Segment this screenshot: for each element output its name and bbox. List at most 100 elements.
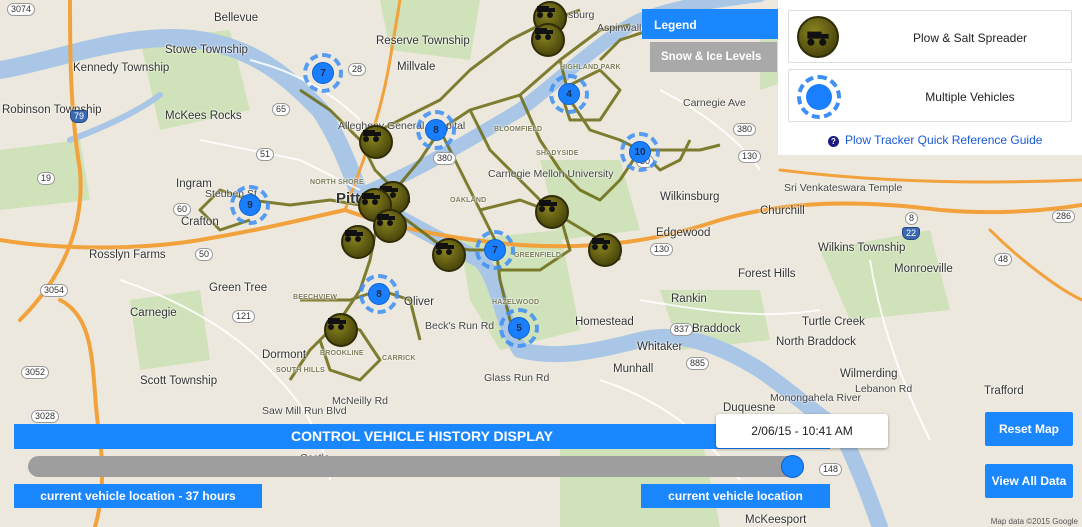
plow-truck-icon[interactable] bbox=[324, 313, 358, 347]
cluster-count: 7 bbox=[484, 239, 506, 261]
route-shield: 3054 bbox=[40, 284, 69, 297]
place-label: Wilkinsburg bbox=[660, 191, 720, 203]
route-shield: 885 bbox=[686, 357, 710, 370]
route-shield: 48 bbox=[994, 253, 1013, 266]
route-shield: 130 bbox=[738, 150, 762, 163]
reset-map-button[interactable]: Reset Map bbox=[985, 412, 1073, 446]
route-shield: 837 bbox=[670, 323, 694, 336]
place-label: Bellevue bbox=[214, 12, 259, 24]
route-shield: 380 bbox=[733, 123, 757, 136]
place-label: Braddock bbox=[692, 323, 741, 335]
legend-panel: Plow & Salt Spreader Multiple Vehicles ?… bbox=[778, 0, 1082, 155]
place-label: Carnegie bbox=[130, 307, 177, 319]
road-label: Beck's Run Rd bbox=[425, 320, 495, 332]
vehicle-history-title-bar: CONTROL VEHICLE HISTORY DISPLAY bbox=[14, 424, 830, 449]
plow-truck-icon bbox=[797, 16, 839, 58]
place-label: Homestead bbox=[575, 316, 634, 328]
route-shield: 28 bbox=[348, 63, 367, 76]
route-shield: 8 bbox=[905, 212, 919, 225]
route-shield: 65 bbox=[272, 103, 291, 116]
place-label: Wilmerding bbox=[840, 368, 898, 380]
route-shield: 50 bbox=[195, 248, 214, 261]
vehicle-cluster-marker[interactable]: 10 bbox=[620, 132, 660, 172]
cluster-count: 8 bbox=[425, 119, 447, 141]
neighborhood-label: NORTH SHORE bbox=[310, 179, 364, 186]
cluster-count: 10 bbox=[629, 141, 651, 163]
place-label: Green Tree bbox=[209, 282, 268, 294]
route-shield: 19 bbox=[37, 172, 56, 185]
map-attribution: Map data ©2015 Google bbox=[990, 517, 1078, 526]
plow-truck-icon[interactable] bbox=[432, 238, 466, 272]
vehicle-cluster-marker[interactable]: 8 bbox=[359, 274, 399, 314]
help-icon: ? bbox=[828, 136, 839, 147]
place-label: Millvale bbox=[397, 61, 436, 73]
place-label: Reserve Township bbox=[376, 35, 470, 47]
cluster-count: 5 bbox=[508, 317, 530, 339]
history-range-start-label: current vehicle location - 37 hours bbox=[14, 484, 262, 508]
plow-truck-icon[interactable] bbox=[359, 125, 393, 159]
place-label: Munhall bbox=[613, 363, 654, 375]
place-label: Stowe Township bbox=[165, 44, 248, 56]
route-shield: 3074 bbox=[7, 3, 36, 16]
legend-cluster-label: Multiple Vehicles bbox=[925, 90, 1015, 104]
plow-truck-icon[interactable] bbox=[531, 23, 565, 57]
view-all-data-button[interactable]: View All Data bbox=[985, 464, 1073, 498]
route-shield: 380 bbox=[433, 152, 457, 165]
vehicle-cluster-marker[interactable]: 5 bbox=[499, 308, 539, 348]
neighborhood-label: HIGHLAND PARK bbox=[560, 64, 621, 71]
legend-plow-label: Plow & Salt Spreader bbox=[912, 31, 1028, 45]
road-label: Monongahela River bbox=[770, 392, 862, 404]
place-label: Duquesne bbox=[723, 402, 776, 414]
snow-ice-levels-tab[interactable]: Snow & Ice Levels bbox=[650, 42, 777, 72]
vehicle-cluster-marker[interactable]: 7 bbox=[475, 230, 515, 270]
place-label: Crafton bbox=[181, 216, 219, 228]
cluster-count: 7 bbox=[312, 62, 334, 84]
place-label: Churchill bbox=[760, 205, 805, 217]
neighborhood-label: SHADYSIDE bbox=[536, 150, 579, 157]
cluster-count: 4 bbox=[558, 83, 580, 105]
place-label: Aspinwall bbox=[597, 22, 642, 34]
plow-truck-icon[interactable] bbox=[588, 233, 622, 267]
legend-row-cluster: Multiple Vehicles bbox=[788, 69, 1072, 122]
route-shield: 51 bbox=[256, 148, 275, 161]
road-label: Carnegie Ave bbox=[683, 97, 746, 109]
vehicle-cluster-marker[interactable]: 7 bbox=[303, 53, 343, 93]
place-label: Rosslyn Farms bbox=[89, 249, 166, 261]
plow-truck-icon[interactable] bbox=[341, 225, 375, 259]
neighborhood-label: BEECHVIEW bbox=[293, 294, 338, 301]
place-label: Wilkins Township bbox=[818, 242, 906, 254]
guide-link-label: Plow Tracker Quick Reference Guide bbox=[845, 133, 1043, 147]
place-label: Turtle Creek bbox=[802, 316, 865, 328]
vehicle-cluster-marker[interactable]: 9 bbox=[230, 185, 270, 225]
place-label: Edgewood bbox=[656, 227, 711, 239]
legend-tab[interactable]: Legend bbox=[642, 9, 778, 39]
place-label: Forest Hills bbox=[738, 268, 796, 280]
route-shield: 130 bbox=[650, 243, 674, 256]
quick-reference-guide-link[interactable]: ? Plow Tracker Quick Reference Guide bbox=[828, 133, 1042, 147]
neighborhood-label: SOUTH HILLS bbox=[276, 367, 325, 374]
place-label: Scott Township bbox=[140, 375, 218, 387]
place-label: Monroeville bbox=[894, 263, 953, 275]
history-range-end-label: current vehicle location bbox=[641, 484, 830, 508]
road-label: Glass Run Rd bbox=[484, 372, 550, 384]
multiple-vehicles-icon bbox=[797, 75, 841, 119]
plow-truck-icon[interactable] bbox=[373, 209, 407, 243]
place-label: Kennedy Township bbox=[73, 62, 170, 74]
vehicle-cluster-marker[interactable]: 8 bbox=[416, 110, 456, 150]
route-shield: 286 bbox=[1052, 210, 1076, 223]
road-label: Lebanon Rd bbox=[855, 383, 913, 395]
plow-truck-icon[interactable] bbox=[535, 195, 569, 229]
history-slider-track[interactable] bbox=[28, 456, 798, 477]
cluster-count: 9 bbox=[239, 194, 261, 216]
place-label: Trafford bbox=[984, 385, 1024, 397]
history-timestamp: 2/06/15 - 10:41 AM bbox=[716, 414, 888, 448]
road-label: Saw Mill Run Blvd bbox=[262, 405, 347, 417]
route-shield: 60 bbox=[173, 203, 192, 216]
route-shield: 79 bbox=[70, 110, 89, 123]
neighborhood-label: BROOKLINE bbox=[320, 350, 364, 357]
cluster-count: 8 bbox=[368, 283, 390, 305]
history-slider-handle[interactable] bbox=[781, 455, 804, 478]
neighborhood-label: OAKLAND bbox=[450, 197, 487, 204]
place-label: Carnegie Mellon University bbox=[488, 168, 614, 180]
vehicle-cluster-marker[interactable]: 4 bbox=[549, 74, 589, 114]
